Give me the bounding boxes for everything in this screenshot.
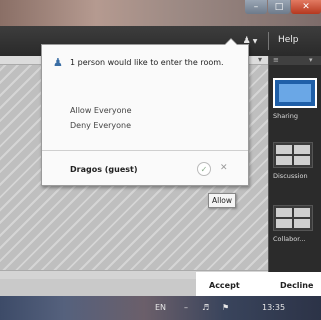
- layout-thumbnail: [273, 205, 313, 231]
- layouts-panel-header: ≡ ▾: [269, 56, 321, 65]
- entry-request-message: 1 person would like to enter the room.: [70, 58, 224, 67]
- allow-everyone-link[interactable]: Allow Everyone: [70, 106, 132, 115]
- chevron-down-icon: ▼: [252, 37, 258, 45]
- minimize-button[interactable]: –: [245, 0, 267, 14]
- language-indicator[interactable]: EN: [155, 303, 166, 312]
- toolbar-divider: [268, 32, 269, 50]
- divider: [42, 150, 248, 151]
- layout-thumbnail: [273, 78, 317, 108]
- flag-icon[interactable]: ⚑: [222, 303, 229, 312]
- help-menu[interactable]: Help: [278, 35, 299, 45]
- decline-button[interactable]: Decline: [280, 281, 313, 290]
- window-controls: – □ ✕: [244, 0, 321, 16]
- layout-sharing[interactable]: Sharing: [273, 78, 321, 120]
- layout-discussion[interactable]: Discussion: [273, 142, 321, 180]
- close-button[interactable]: ✕: [291, 0, 321, 14]
- chevron-down-icon[interactable]: ▾: [309, 56, 313, 64]
- os-taskbar: EN – ♬ ⚑ 13:35: [0, 296, 321, 320]
- volume-icon[interactable]: ♬: [202, 303, 209, 312]
- network-icon[interactable]: –: [184, 303, 188, 312]
- entry-request-popup: ♟ 1 person would like to enter the room.…: [41, 44, 249, 186]
- clock[interactable]: 13:35: [262, 303, 285, 312]
- chevron-down-icon[interactable]: ▾: [258, 55, 262, 64]
- accept-button[interactable]: Accept: [209, 281, 240, 290]
- layout-label: Discussion: [273, 172, 308, 180]
- users-icon: ♟: [53, 56, 63, 69]
- layout-label: Collabor...: [273, 235, 306, 243]
- maximize-button[interactable]: □: [268, 0, 290, 14]
- deny-everyone-link[interactable]: Deny Everyone: [70, 121, 131, 130]
- panel-menu-icon[interactable]: ≡: [273, 56, 279, 64]
- allow-tooltip: Allow: [208, 193, 237, 208]
- layout-label: Sharing: [273, 112, 298, 120]
- popup-pointer-fill: [225, 39, 237, 45]
- layouts-panel: ≡ ▾ Sharing Discussion Collabor...: [268, 56, 321, 278]
- deny-guest-close-icon[interactable]: ✕: [220, 163, 228, 173]
- allow-guest-check-icon[interactable]: ✓: [197, 162, 211, 176]
- guest-name: Dragos (guest): [70, 165, 138, 174]
- layout-thumbnail: [273, 142, 313, 168]
- layout-collaboration[interactable]: Collabor...: [273, 205, 321, 243]
- request-action-bar: Accept Decline: [196, 272, 321, 298]
